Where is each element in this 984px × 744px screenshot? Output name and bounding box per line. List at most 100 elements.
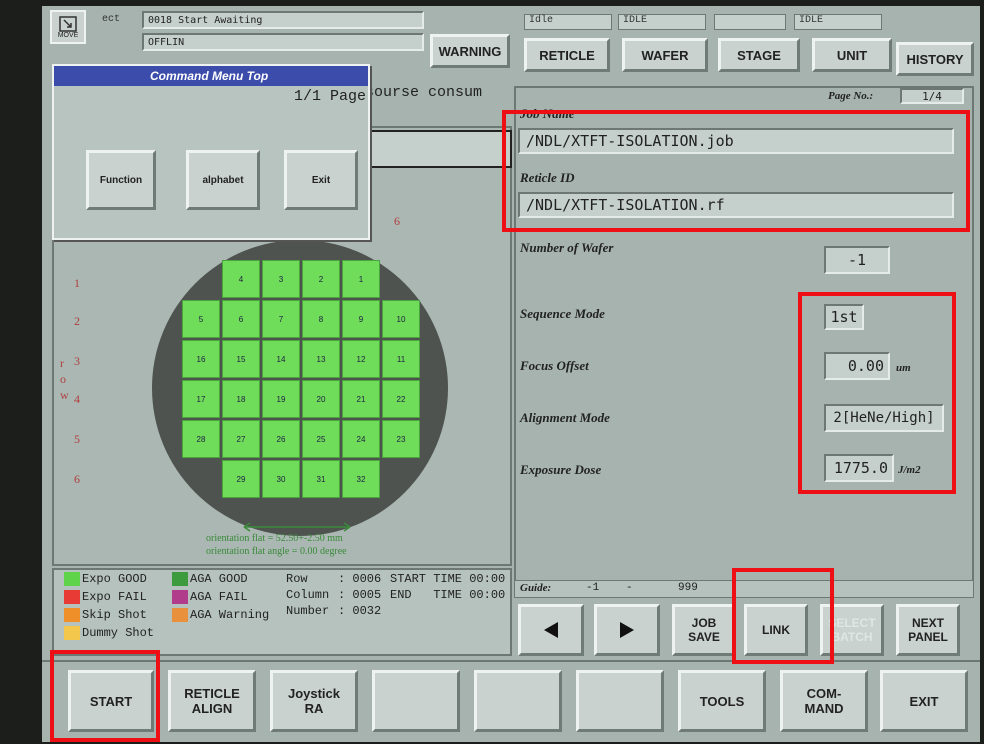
- move-label: MOVE: [57, 31, 79, 39]
- tools-button[interactable]: TOOLS: [678, 670, 766, 732]
- wafer-shot-cell[interactable]: 22: [382, 380, 420, 418]
- blank-button-3[interactable]: [576, 670, 664, 732]
- highlight-parameters: [798, 292, 956, 494]
- highlight-link: [732, 568, 834, 664]
- wafer-shot-cell[interactable]: 23: [382, 420, 420, 458]
- command-button[interactable]: COM- MAND: [780, 670, 868, 732]
- wafer-shot-cell[interactable]: 10: [382, 300, 420, 338]
- status-line-2: OFFLIN: [142, 33, 424, 51]
- legend-expo-fail: Expo FAIL: [82, 590, 147, 604]
- wafer-shot-cell[interactable]: 21: [342, 380, 380, 418]
- prev-page-button[interactable]: [518, 604, 584, 656]
- orientation-flat-text: orientation flat = 52.50+-2.50 mm: [206, 533, 343, 544]
- row-label-3: 3: [74, 354, 80, 368]
- warning-button[interactable]: WARNING: [430, 34, 510, 68]
- tab-unit[interactable]: UNIT: [812, 38, 892, 72]
- exit-button[interactable]: EXIT: [880, 670, 968, 732]
- focus-offset-label: Focus Offset: [520, 358, 589, 373]
- alignment-mode-label: Alignment Mode: [520, 410, 610, 425]
- wafer-shot-cell[interactable]: 6: [222, 300, 260, 338]
- legend-aga-warning: AGA Warning: [190, 608, 270, 622]
- wafer-shot-cell[interactable]: 9: [342, 300, 380, 338]
- wafer-shot-cell[interactable]: 16: [182, 340, 220, 378]
- wafer-shot-cell[interactable]: 11: [382, 340, 420, 378]
- axis-letter-r: r: [60, 356, 64, 370]
- status-idle-3: [714, 14, 786, 30]
- wafer-shot-cell[interactable]: 14: [262, 340, 300, 378]
- wafer-shot-cell[interactable]: 28: [182, 420, 220, 458]
- wafer-shot-cell[interactable]: 7: [262, 300, 300, 338]
- legend-swatch-dummy-shot: [64, 626, 80, 640]
- number-of-wafer-label: Number of Wafer: [520, 240, 614, 255]
- row-label-6: 6: [74, 472, 80, 486]
- legend-skip-shot: Skip Shot: [82, 608, 147, 622]
- wafer-shot-cell[interactable]: 17: [182, 380, 220, 418]
- legend-aga-good: AGA GOOD: [190, 572, 248, 586]
- wafer-shot-cell[interactable]: 30: [262, 460, 300, 498]
- reticle-align-button[interactable]: RETICLE ALIGN: [168, 670, 256, 732]
- wafer-shot-cell[interactable]: 5: [182, 300, 220, 338]
- wafer-shot-cell[interactable]: 1: [342, 260, 380, 298]
- wafer-shot-cell[interactable]: 26: [262, 420, 300, 458]
- wafer-shot-cell[interactable]: 31: [302, 460, 340, 498]
- number-of-wafer-field[interactable]: -1: [824, 246, 890, 274]
- guide-min: -1: [586, 582, 600, 594]
- guide-label: Guide:: [520, 582, 552, 594]
- job-save-button[interactable]: JOB SAVE: [672, 604, 736, 656]
- command-menu-window: Command Menu Top 1/1 Page Function alpha…: [52, 64, 370, 240]
- left-header-bar: [370, 130, 512, 168]
- blank-button-1[interactable]: [372, 670, 460, 732]
- row-label-4: 4: [74, 392, 80, 406]
- exit-menu-button[interactable]: Exit: [284, 150, 358, 210]
- tab-history[interactable]: HISTORY: [896, 42, 974, 76]
- alphabet-button[interactable]: alphabet: [186, 150, 260, 210]
- legend-dummy-shot: Dummy Shot: [82, 626, 155, 640]
- info-row-value: : 0006: [338, 572, 382, 586]
- status-prefix: ect: [102, 14, 121, 25]
- info-row-label: Row: [286, 572, 308, 586]
- tab-reticle[interactable]: RETICLE: [524, 38, 610, 72]
- blank-button-2[interactable]: [474, 670, 562, 732]
- status-idle-2: IDLE: [618, 14, 706, 30]
- orientation-angle-text: orientation flat angle = 0.00 degree: [206, 546, 347, 557]
- wafer-shot-cell[interactable]: 29: [222, 460, 260, 498]
- joystick-ra-button[interactable]: Joystick RA: [270, 670, 358, 732]
- info-start-time: START TIME 00:00: [390, 572, 506, 586]
- wafer-shot-cell[interactable]: 8: [302, 300, 340, 338]
- wafer-shot-cell[interactable]: 27: [222, 420, 260, 458]
- wafer-shot-cell[interactable]: 32: [342, 460, 380, 498]
- status-line-1-text: 0018 Start Awaiting: [148, 14, 263, 26]
- status-idle-1: Idle: [524, 14, 612, 30]
- function-button[interactable]: Function: [86, 150, 156, 210]
- wafer-shot-cell[interactable]: 12: [342, 340, 380, 378]
- info-column-label: Column: [286, 588, 330, 602]
- command-menu-titlebar[interactable]: Command Menu Top: [54, 66, 368, 86]
- wafer-shot-cell[interactable]: 20: [302, 380, 340, 418]
- wafer-shot-cell[interactable]: 19: [262, 380, 300, 418]
- wafer-shot-cell[interactable]: 15: [222, 340, 260, 378]
- column-6-label: 6: [394, 214, 400, 228]
- wafer-shot-cell[interactable]: 18: [222, 380, 260, 418]
- legend-aga-fail: AGA FAIL: [190, 590, 248, 604]
- next-panel-button[interactable]: NEXT PANEL: [896, 604, 960, 656]
- tab-stage[interactable]: STAGE: [718, 38, 800, 72]
- exposure-tool-screen: MOVE ect 0018 Start Awaiting OFFLIN WARN…: [42, 6, 980, 742]
- tab-wafer[interactable]: WAFER: [622, 38, 708, 72]
- wafer-shot-cell[interactable]: 25: [302, 420, 340, 458]
- next-page-button[interactable]: [594, 604, 660, 656]
- wafer-shot-cell[interactable]: 13: [302, 340, 340, 378]
- move-button[interactable]: MOVE: [50, 10, 86, 44]
- page-no-value: 1/4: [922, 89, 942, 103]
- left-triangle-icon: [544, 622, 558, 638]
- page-no-label: Page No.:: [828, 90, 874, 102]
- legend-swatch-expo-good: [64, 572, 80, 586]
- wafer-shot-cell[interactable]: 24: [342, 420, 380, 458]
- wafer-shot-cell[interactable]: 2: [302, 260, 340, 298]
- row-label-2: 2: [74, 314, 80, 328]
- legend-swatch-expo-fail: [64, 590, 80, 604]
- wafer-shot-cell[interactable]: 3: [262, 260, 300, 298]
- command-menu-page: 1/1 Page: [294, 88, 367, 105]
- wafer-shot-cell[interactable]: 4: [222, 260, 260, 298]
- right-triangle-icon: [620, 622, 634, 638]
- info-column-value: : 0005: [338, 588, 382, 602]
